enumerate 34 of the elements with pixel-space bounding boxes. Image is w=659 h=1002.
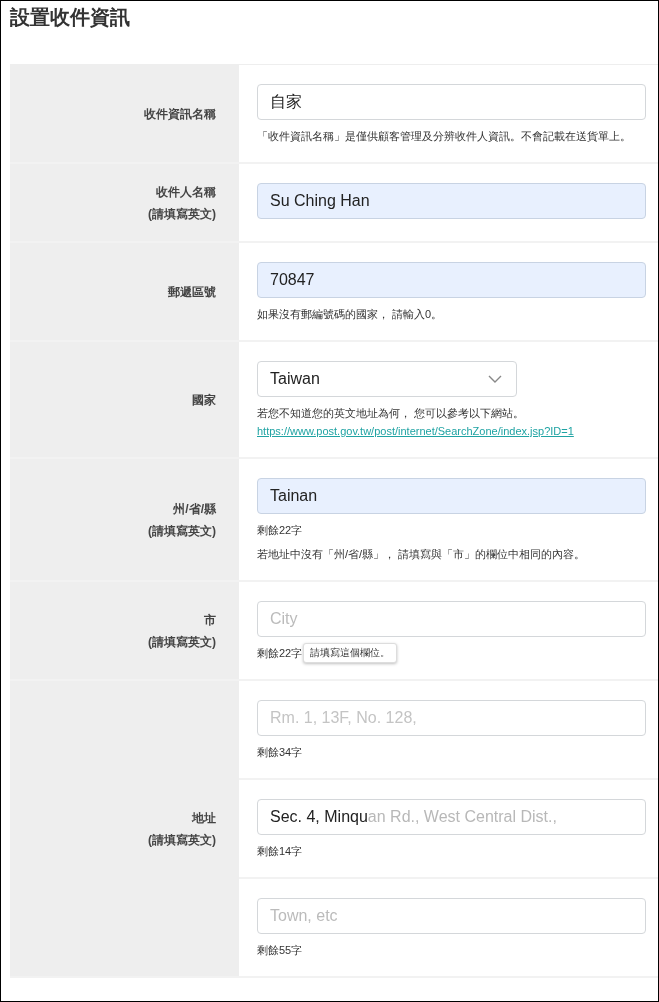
help-text: 若您不知道您的英文地址為何， 您可以參考以下網站。 [257,406,525,421]
input-field[interactable]: Rm. 1, 13F, No. 128, [257,700,646,736]
field-hint: (請填寫英文) [148,831,216,849]
field-label: 地址 [192,809,216,827]
page-title: 設置收件資訊 [9,5,131,30]
char-counter: 剩餘55字 [257,943,303,958]
input-field[interactable]: 自家 [257,84,646,120]
country-select[interactable]: Taiwan [257,361,517,397]
faded-text: an Rd., West Central Dist., [367,808,557,826]
help-text: 如果沒有郵編號碼的國家， 請輸入0。 [257,307,443,322]
help-text: 若地址中沒有「州/省/縣」， 請填寫與「市」的欄位中相同的內容。 [257,547,586,562]
input-field[interactable]: City [257,601,646,637]
tooltip: 請填寫這個欄位。 [303,643,397,663]
input-field[interactable]: Sec. 4, Minquan Rd., West Central Dist., [257,799,646,835]
input-field[interactable]: Su Ching Han [257,183,646,219]
field-label: 收件人名稱 [156,183,216,201]
field-label: 州/省/縣 [173,500,216,518]
help-text: 「收件資訊名稱」是僅供顧客管理及分辨收件人資訊。不會記載在送貨單上。 [257,129,631,144]
field-label: 收件資訊名稱 [144,105,216,123]
char-counter: 剩餘34字 [257,745,303,760]
field-hint: (請填寫英文) [148,633,216,651]
char-counter: 剩餘22字 [257,646,303,661]
input-field[interactable]: Tainan [257,478,646,514]
field-label: 市 [204,611,216,629]
field-label: 國家 [192,391,216,409]
field-label: 郵遞區號 [168,283,216,301]
field-hint: (請填寫英文) [148,205,216,223]
char-counter: 剩餘14字 [257,844,303,859]
input-value: Sec. 4, Minqu [270,808,368,826]
input-field[interactable]: 70847 [257,262,646,298]
input-field[interactable]: Town, etc [257,898,646,934]
chevron-down-icon [488,375,502,383]
char-counter: 剩餘22字 [257,523,303,538]
field-hint: (請填寫英文) [148,522,216,540]
